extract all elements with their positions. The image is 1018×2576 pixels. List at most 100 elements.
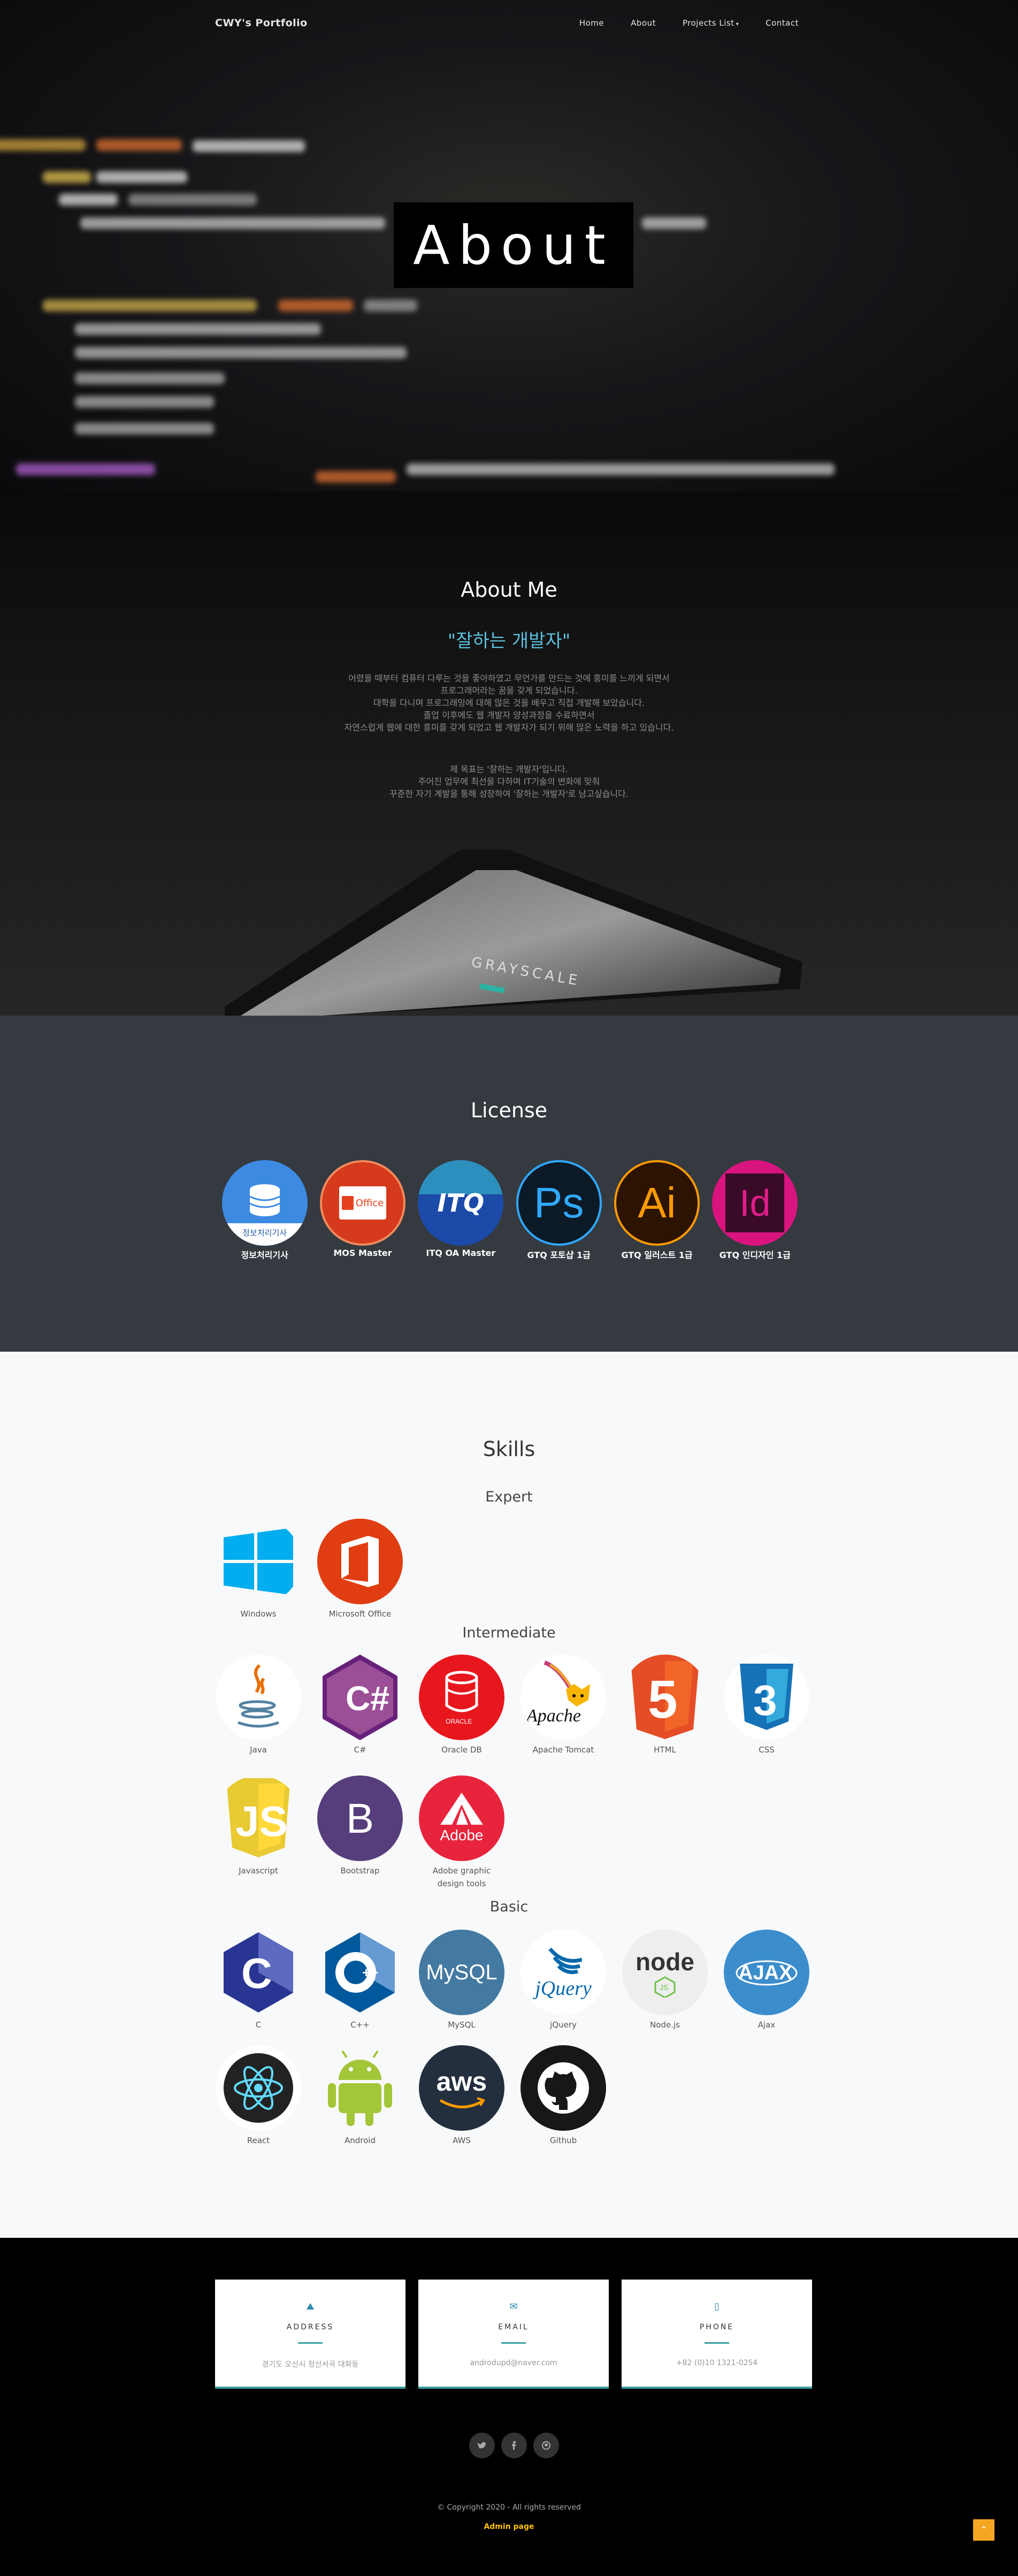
skill-label: Node.js (650, 2020, 680, 2030)
nav-link-contact[interactable]: Contact (766, 18, 799, 28)
code-bg-line (96, 139, 182, 151)
scroll-to-top-button[interactable]: ⌃ (973, 2519, 994, 2541)
admin-page-link[interactable]: Admin page (0, 2522, 1018, 2531)
skill-item: ORACLE Oracle DB (411, 1655, 512, 1756)
html5-icon: 5 (622, 1655, 708, 1740)
code-bg-line (75, 423, 214, 435)
card-divider (501, 2342, 526, 2344)
brand-logo[interactable]: CWY's Portfolio (215, 17, 308, 29)
skill-item: MySQL MySQL (411, 1930, 512, 2031)
skill-item: C# C# (309, 1655, 411, 1756)
hero-title: About (413, 214, 614, 277)
email-link[interactable]: androdupd@naver.com (418, 2359, 609, 2367)
skill-label: HTML (654, 1745, 676, 1755)
license-label: GTQ 일러스트 1급 (621, 1250, 693, 1260)
skill-label: Java (250, 1745, 267, 1755)
github-icon[interactable] (533, 2433, 559, 2458)
skill-label: Android (345, 2136, 376, 2145)
skill-glyph: Adobe (440, 1827, 484, 1843)
code-bg-line (364, 300, 417, 311)
code-bg-line (0, 139, 86, 151)
skill-label: Oracle DB (441, 1745, 482, 1755)
license-item: ITQ ITQ OA Master (412, 1160, 510, 1261)
illustrator-icon: Ai (614, 1160, 700, 1246)
nav-link-home[interactable]: Home (579, 18, 604, 28)
windows-icon (216, 1519, 301, 1604)
about-section: About Me "잘하는 개발자" 어렸을 때부터 컴퓨터 다루는 것을 좋아… (0, 491, 1018, 1021)
card-value: +82 (0)10 1321-0254 (676, 2359, 758, 2367)
hero-section: About (0, 0, 1018, 491)
code-bg-line (75, 347, 407, 359)
aws-icon: aws (419, 2045, 504, 2131)
skill-label: Windows (240, 1609, 277, 1619)
about-line: 프로그래머라는 꿈을 갖게 되었습니다. (440, 685, 578, 696)
license-list: 정보처리기사 정보처리기사 Office MOS Master ITQ ITQ … (216, 1160, 804, 1261)
c-icon: C (216, 1930, 301, 2015)
skill-label: Apache Tomcat (532, 1745, 594, 1755)
about-paragraph-2: 제 목표는 '잘하는 개발자'입니다. 주어진 업무에 최선을 다하며 IT기술… (0, 763, 1018, 800)
skill-item: 5 HTML (614, 1655, 716, 1756)
twitter-icon[interactable] (469, 2433, 495, 2458)
skill-glyph: jQuery (535, 1977, 592, 2000)
code-bg-line (16, 463, 155, 475)
skill-label: MySQL (448, 2020, 476, 2030)
top-navbar: CWY's Portfolio Home About Projects List… (0, 0, 1018, 46)
license-item: Ps GTQ 포토샵 1급 (510, 1160, 608, 1261)
envelope-icon: ✉ (509, 2301, 518, 2312)
code-bg-line (75, 396, 214, 408)
skill-glyph: aws (436, 2067, 487, 2097)
contact-section: ⛰ ADDRESS 경기도 오산시 청산서곡 대화동 ✉ EMAIL andro… (0, 2238, 1018, 2576)
skill-item: Microsoft Office (309, 1519, 411, 1620)
tomcat-icon: Apache (521, 1655, 606, 1740)
indesign-icon: Id (712, 1160, 798, 1246)
skill-item: node JS Node.js (614, 1930, 716, 2031)
social-links (466, 2433, 562, 2458)
about-quote: "잘하는 개발자" (447, 630, 571, 652)
svg-text:++: ++ (362, 1964, 378, 1980)
nav-link-about[interactable]: About (631, 18, 656, 28)
skill-item: Github (512, 2045, 614, 2147)
skill-label: AWS (453, 2136, 471, 2145)
nav-link-projects[interactable]: Projects List ▾ (683, 18, 739, 28)
skill-label: CSS (759, 1745, 775, 1755)
about-line: 자연스럽게 웹에 대한 흥미를 갖게 되었고 웹 개발자가 되기 위해 많은 노… (344, 722, 674, 733)
skill-item: 3 CSS (716, 1655, 817, 1756)
facebook-icon[interactable] (501, 2433, 527, 2458)
java-icon (216, 1655, 301, 1740)
chevron-up-icon: ⌃ (979, 2524, 988, 2536)
skill-glyph: JS (235, 1797, 288, 1845)
skill-item: Java (208, 1655, 309, 1756)
css3-icon: 3 (724, 1655, 809, 1740)
skill-label: Github (549, 2136, 577, 2145)
card-divider (705, 2342, 729, 2344)
card-title: ADDRESS (286, 2323, 334, 2331)
code-bg-line (59, 194, 118, 205)
react-icon: ⚛ (216, 2045, 301, 2131)
nodejs-icon: node JS (622, 1930, 708, 2015)
skill-item: AJAX Ajax (716, 1930, 817, 2031)
nav-links: Home About Projects List ▾ Contact (553, 18, 799, 28)
contact-card-address: ⛰ ADDRESS 경기도 오산시 청산서곡 대화동 (215, 2280, 405, 2389)
code-bg-line (128, 194, 257, 205)
license-item: Id GTQ 인디자인 1급 (706, 1160, 804, 1261)
code-bg-line (407, 463, 835, 475)
skill-item: Adobe Adobe graphic design tools (411, 1775, 512, 1890)
adobe-icon: Adobe (419, 1775, 504, 1861)
android-icon (317, 2045, 403, 2131)
skill-glyph: node (636, 1948, 694, 1976)
skill-item: JS Javascript (208, 1775, 309, 1877)
svg-text:JS: JS (660, 1983, 668, 1992)
skill-label: C++ (350, 2020, 370, 2030)
ajax-icon: AJAX (724, 1930, 809, 2015)
license-label: MOS Master (333, 1248, 392, 1258)
skill-item: Windows (208, 1519, 309, 1620)
license-label: GTQ 포토샵 1급 (527, 1250, 591, 1260)
license-title: License (470, 1099, 548, 1122)
javascript-icon: JS (216, 1775, 301, 1861)
github-icon (521, 2045, 606, 2131)
license-item: Ai GTQ 일러스트 1급 (608, 1160, 706, 1261)
card-divider (298, 2342, 323, 2344)
skill-item: C C (208, 1930, 309, 2031)
contact-card-email: ✉ EMAIL androdupd@naver.com (418, 2280, 609, 2389)
license-label: GTQ 인디자인 1급 (719, 1250, 791, 1260)
